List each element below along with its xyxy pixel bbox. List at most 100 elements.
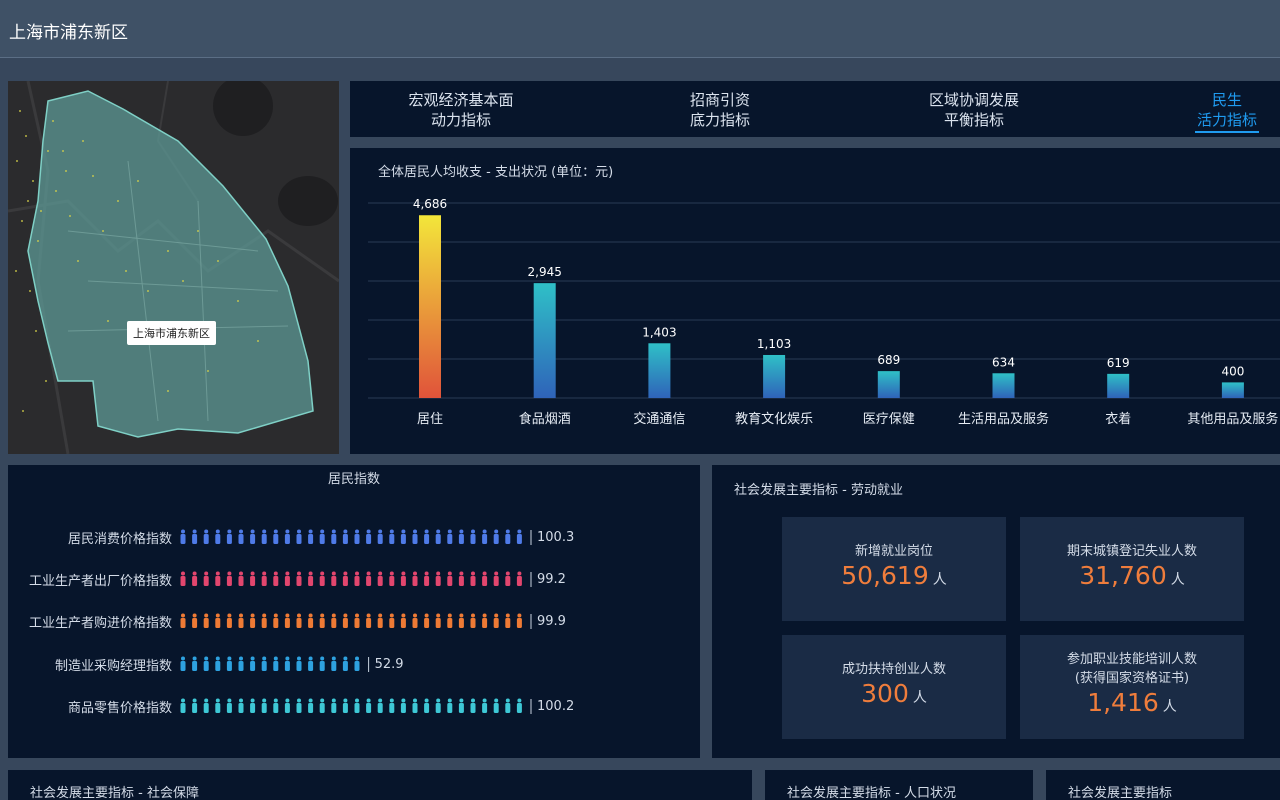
stat-value: 300 xyxy=(861,679,909,708)
person-icon xyxy=(505,698,511,713)
labor-panel-title: 社会发展主要指标 - 劳动就业 xyxy=(734,483,903,498)
person-icon xyxy=(319,529,325,544)
person-icon xyxy=(238,656,244,671)
person-icon xyxy=(400,613,406,628)
person-icon xyxy=(203,529,209,544)
tab-livelihood[interactable]: 民生 活力指标 xyxy=(1195,90,1259,133)
tab-macro-economy[interactable]: 宏观经济基本面 动力指标 xyxy=(406,90,516,130)
person-icon xyxy=(250,613,256,628)
tab-regional[interactable]: 区域协调发展 平衡指标 xyxy=(924,90,1024,130)
person-icon xyxy=(250,656,256,671)
bar[interactable] xyxy=(533,283,556,398)
stat-card-new-jobs: 新增就业岗位 50,619 人 xyxy=(782,517,1006,621)
person-icon xyxy=(354,571,360,586)
resident-index-panel: 居民指数 居民消费价格指数 100.3 工业生产者出厂价格指数 99.2 工业生产者购进… xyxy=(8,465,700,758)
people-pictogram xyxy=(180,698,532,714)
person-icon xyxy=(261,529,267,544)
person-icon xyxy=(215,698,221,713)
person-icon xyxy=(308,656,314,671)
tab-label-line2: 活力指标 xyxy=(1196,111,1257,129)
bar-value-label: 634 xyxy=(992,355,1015,369)
person-icon xyxy=(412,613,418,628)
person-icon xyxy=(238,529,244,544)
bar[interactable] xyxy=(1107,373,1130,398)
category-label: 生活用品及服务 xyxy=(958,411,1049,427)
person-icon xyxy=(226,529,232,544)
bar[interactable] xyxy=(877,371,900,398)
person-icon xyxy=(319,571,325,586)
person-icon xyxy=(366,613,372,628)
index-label: 工业生产者出厂价格指数 xyxy=(28,574,172,589)
person-icon xyxy=(180,529,186,544)
person-icon xyxy=(319,656,325,671)
person-icon xyxy=(261,656,267,671)
person-icon xyxy=(331,656,337,671)
chart-grid xyxy=(368,202,1280,399)
panel-title: 社会发展主要指标 xyxy=(1068,786,1173,800)
person-icon xyxy=(180,571,186,586)
person-icon xyxy=(482,698,488,713)
person-icon xyxy=(192,571,198,586)
stat-value: 50,619 xyxy=(841,561,929,590)
person-icon xyxy=(284,656,290,671)
person-icon xyxy=(342,613,348,628)
person-icon xyxy=(273,698,279,713)
person-icon xyxy=(192,698,198,713)
stat-label: 成功扶持创业人数 xyxy=(841,662,946,677)
person-icon xyxy=(342,656,348,671)
person-icon xyxy=(482,613,488,628)
map-canvas[interactable] xyxy=(8,81,339,454)
bar[interactable] xyxy=(763,354,786,398)
person-icon xyxy=(516,698,522,713)
person-icon xyxy=(470,529,476,544)
index-value: 100.2 xyxy=(537,699,575,714)
person-icon xyxy=(400,529,406,544)
person-icon xyxy=(226,698,232,713)
person-icon xyxy=(412,571,418,586)
development-panel: 社会发展主要指标 xyxy=(1046,770,1280,800)
category-label: 其他用品及服务 xyxy=(1187,411,1278,427)
bar[interactable] xyxy=(419,215,441,398)
category-label: 衣着 xyxy=(1105,411,1131,427)
indicator-tabs: 宏观经济基本面 动力指标 招商引资 底力指标 区域协调发展 平衡指标 民生 活力… xyxy=(350,81,1280,137)
person-icon xyxy=(203,656,209,671)
labor-employment-panel: 社会发展主要指标 - 劳动就业 新增就业岗位 50,619 人 期末城镇登记失业人… xyxy=(712,465,1280,758)
person-icon xyxy=(366,571,372,586)
tab-label-line1: 民生 xyxy=(1211,91,1242,109)
person-icon xyxy=(308,698,314,713)
person-icon xyxy=(284,571,290,586)
bar-value-label: 689 xyxy=(877,353,900,367)
person-icon xyxy=(284,529,290,544)
person-icon xyxy=(389,571,395,586)
bar[interactable] xyxy=(1221,382,1244,398)
person-icon xyxy=(482,529,488,544)
bar-value-label: 2,945 xyxy=(528,265,562,279)
person-icon xyxy=(389,613,395,628)
person-icon xyxy=(192,656,198,671)
bar[interactable] xyxy=(992,373,1015,398)
person-icon xyxy=(238,698,244,713)
person-icon xyxy=(226,613,232,628)
person-icon xyxy=(458,613,464,628)
bar[interactable] xyxy=(648,343,671,398)
tab-investment[interactable]: 招商引资 底力指标 xyxy=(680,90,760,130)
person-icon xyxy=(273,571,279,586)
person-icon xyxy=(377,613,383,628)
person-icon xyxy=(482,571,488,586)
person-icon xyxy=(505,529,511,544)
person-icon xyxy=(192,613,198,628)
person-icon xyxy=(366,698,372,713)
person-icon xyxy=(203,698,209,713)
person-icon xyxy=(493,529,499,544)
tab-label-line1: 区域协调发展 xyxy=(928,91,1019,109)
district-map[interactable]: 上海市浦东新区 xyxy=(8,81,339,454)
index-label: 工业生产者购进价格指数 xyxy=(28,616,172,631)
person-icon xyxy=(261,613,267,628)
person-icon xyxy=(470,613,476,628)
person-icon xyxy=(435,698,441,713)
person-icon xyxy=(319,613,325,628)
person-icon xyxy=(447,571,453,586)
person-icon xyxy=(308,613,314,628)
person-icon xyxy=(331,613,337,628)
bar-value-label: 4,686 xyxy=(413,197,447,211)
